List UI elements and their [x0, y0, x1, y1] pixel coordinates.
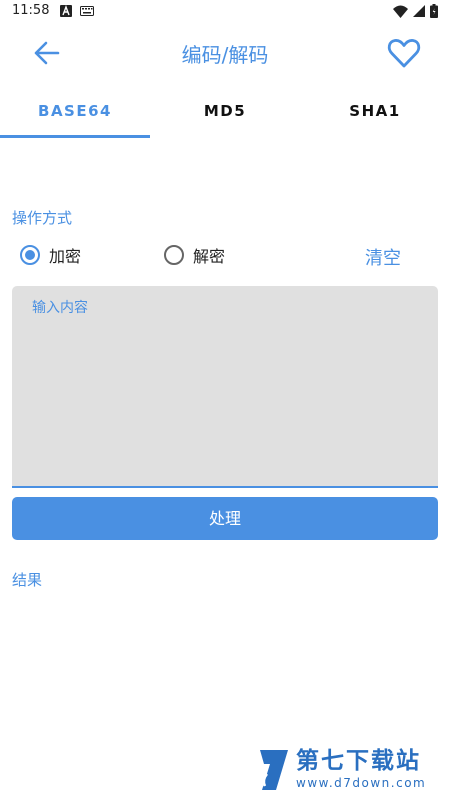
keyboard-icon: [80, 5, 94, 21]
battery-icon: [430, 4, 438, 22]
radio-unchecked-icon: [164, 245, 184, 265]
mode-radio-group: 加密 解密 清空: [0, 240, 450, 274]
status-time: 11:58: [12, 3, 50, 18]
cell-signal-icon: [413, 5, 425, 21]
tab-md5[interactable]: MD5: [150, 90, 300, 140]
radio-decrypt[interactable]: 解密: [164, 243, 225, 267]
app-bar: 编码/解码: [0, 24, 450, 82]
status-left-icons: [60, 5, 94, 21]
radio-checked-icon: [20, 245, 40, 265]
watermark: 第七下载站 www.d7down.com: [256, 748, 426, 792]
radio-encrypt[interactable]: 加密: [20, 243, 81, 267]
content-input[interactable]: 输入内容: [12, 286, 438, 488]
status-bar: 11:58: [0, 0, 450, 24]
watermark-url: www.d7down.com: [296, 776, 427, 790]
tab-base64[interactable]: BASE64: [0, 90, 150, 140]
tab-sha1[interactable]: SHA1: [300, 90, 450, 140]
d7-logo-icon: [256, 748, 290, 792]
tab-bar: BASE64 MD5 SHA1: [0, 90, 450, 140]
result-label: 结果: [12, 571, 43, 589]
input-placeholder: 输入内容: [32, 300, 88, 316]
radio-decrypt-label: 解密: [193, 247, 226, 266]
heart-outline-icon: [386, 39, 422, 75]
notification-a-icon: [60, 5, 72, 21]
favorite-button[interactable]: [386, 35, 422, 71]
page-title: 编码/解码: [181, 43, 269, 67]
mode-section-label: 操作方式: [12, 209, 73, 227]
clear-button[interactable]: 清空: [365, 244, 401, 270]
wifi-icon: [393, 5, 408, 22]
radio-encrypt-label: 加密: [49, 247, 82, 266]
status-right-icons: [393, 4, 438, 22]
watermark-title: 第七下载站: [296, 748, 421, 774]
process-button[interactable]: 处理: [12, 497, 438, 540]
